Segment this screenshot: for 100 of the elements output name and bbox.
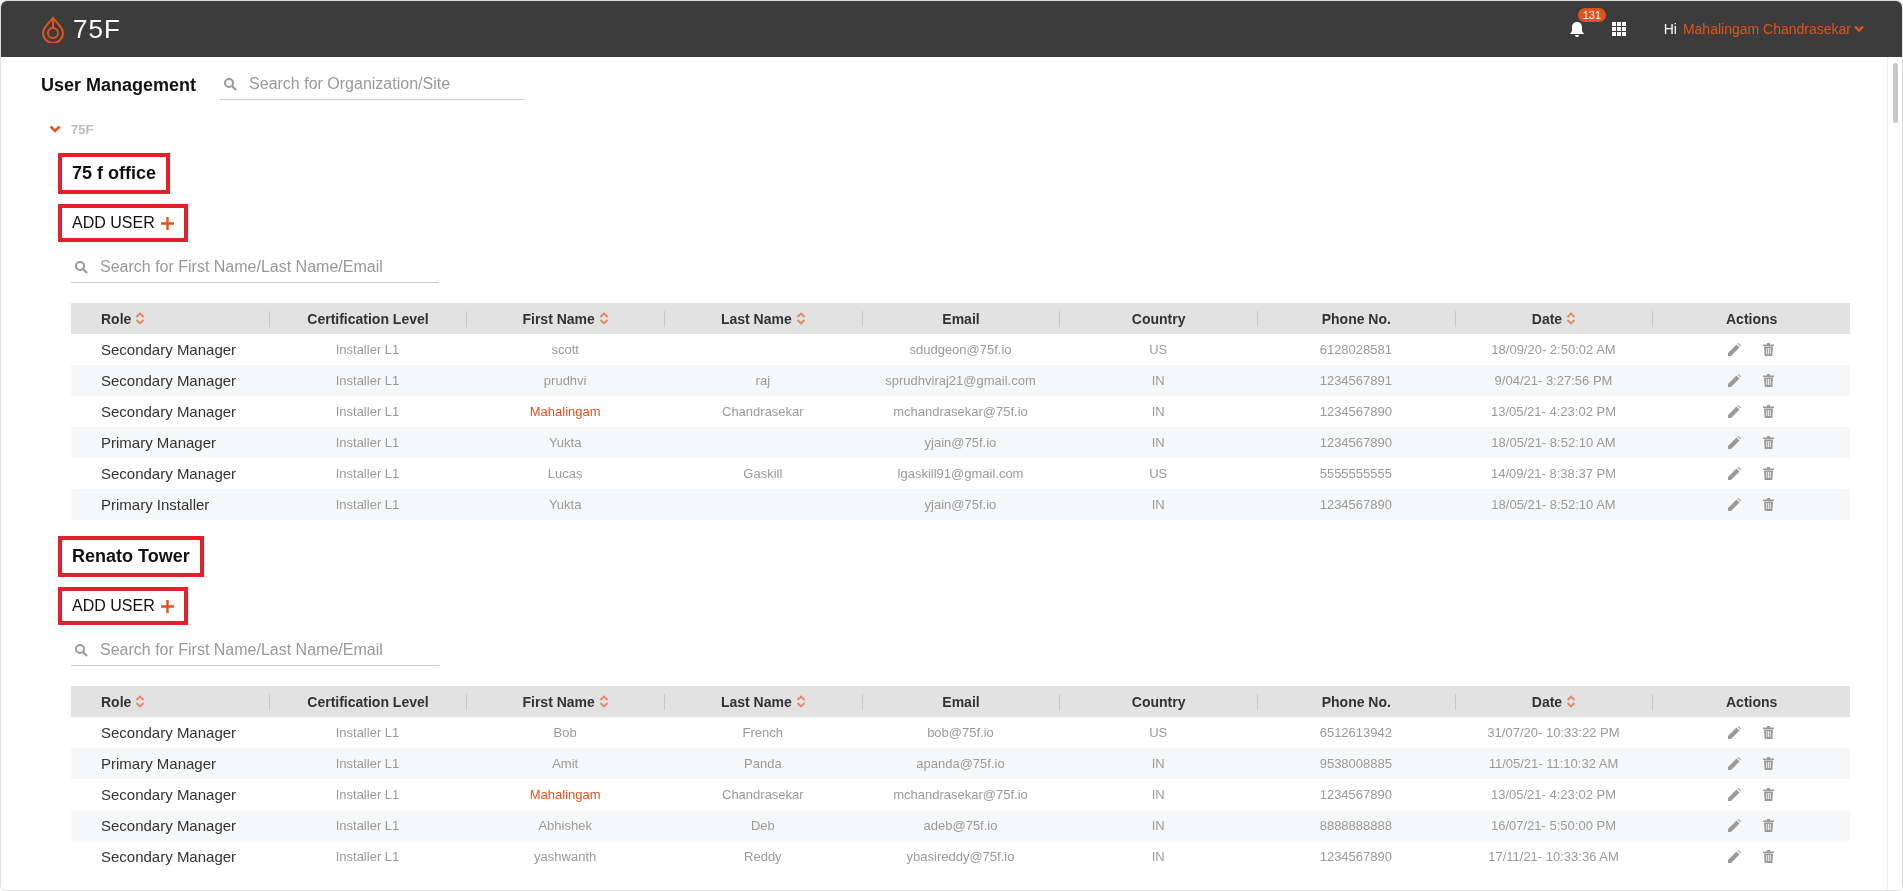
table-cell-text: Installer L1 bbox=[334, 497, 401, 512]
table-cell-text: Secondary Manager bbox=[100, 817, 238, 834]
table-cell-text: Primary Installer bbox=[100, 496, 211, 513]
delete-trash-icon[interactable] bbox=[1763, 819, 1775, 832]
column-header: Actions bbox=[1652, 693, 1850, 710]
table-cell-text: Chandrasekar bbox=[721, 787, 805, 802]
edit-pencil-icon[interactable] bbox=[1728, 436, 1742, 449]
table-cell-text: French bbox=[741, 725, 785, 740]
table-cell-text: Installer L1 bbox=[334, 342, 401, 357]
table-cell-text: Bob bbox=[552, 725, 578, 740]
table-cell-text: Secondary Manager bbox=[100, 341, 238, 358]
table-cell-text: Secondary Manager bbox=[100, 724, 238, 741]
table-cell-text: 31/07/20- 10:33:22 PM bbox=[1486, 725, 1621, 740]
logo-icon bbox=[39, 15, 67, 43]
edit-pencil-icon[interactable] bbox=[1728, 343, 1742, 356]
delete-trash-icon[interactable] bbox=[1763, 405, 1775, 418]
table-cell-text: Secondary Manager bbox=[100, 403, 238, 420]
delete-trash-icon[interactable] bbox=[1763, 374, 1775, 387]
delete-trash-icon[interactable] bbox=[1763, 726, 1775, 739]
apps-grid-icon[interactable] bbox=[1611, 22, 1626, 36]
table-cell-text: 1234567890 bbox=[1318, 404, 1393, 419]
logo-text: 75F bbox=[73, 13, 121, 45]
edit-pencil-icon[interactable] bbox=[1728, 788, 1742, 801]
edit-pencil-icon[interactable] bbox=[1728, 498, 1742, 511]
delete-trash-icon[interactable] bbox=[1763, 757, 1775, 770]
user-search-field[interactable]: Search for First Name/Last Name/Email bbox=[100, 258, 420, 276]
table-cell-text: 1234567890 bbox=[1318, 435, 1393, 450]
table-cell-text: Installer L1 bbox=[334, 404, 401, 419]
edit-pencil-icon[interactable] bbox=[1728, 726, 1742, 739]
edit-pencil-icon[interactable] bbox=[1728, 405, 1742, 418]
table-cell-text: 13/05/21- 4:23:02 PM bbox=[1489, 404, 1617, 419]
table-cell-text: yjain@75f.io bbox=[923, 435, 998, 450]
table-cell-text: prudhvi bbox=[542, 373, 588, 388]
sortable-column-header[interactable]: Last Name bbox=[664, 310, 862, 327]
table-cell-text: 1234567890 bbox=[1318, 787, 1393, 802]
add-user-button[interactable]: ADD USER bbox=[58, 587, 188, 625]
column-header: Phone No. bbox=[1257, 310, 1455, 327]
column-header: Certification Level bbox=[268, 693, 467, 710]
table-cell-text: 5555555555 bbox=[1318, 466, 1393, 481]
table-cell-text: IN bbox=[1150, 435, 1166, 450]
table-cell-text: IN bbox=[1150, 787, 1166, 802]
sortable-column-header[interactable]: Date bbox=[1454, 693, 1653, 710]
table-cell-text: bob@75f.io bbox=[926, 725, 995, 740]
sortable-column-header[interactable]: Date bbox=[1454, 310, 1653, 327]
table-cell-text: Primary Manager bbox=[100, 755, 218, 772]
table-cell-text: US bbox=[1148, 342, 1169, 357]
delete-trash-icon[interactable] bbox=[1763, 788, 1775, 801]
delete-trash-icon[interactable] bbox=[1763, 467, 1775, 480]
edit-pencil-icon[interactable] bbox=[1728, 374, 1742, 387]
table-cell-text: Mahalingam bbox=[528, 404, 602, 419]
sortable-column-header[interactable]: First Name bbox=[466, 310, 664, 327]
table-cell-text: Installer L1 bbox=[334, 756, 401, 771]
edit-pencil-icon[interactable] bbox=[1728, 819, 1742, 832]
expand-toggle[interactable] bbox=[49, 125, 61, 134]
edit-pencil-icon[interactable] bbox=[1728, 757, 1742, 770]
table-cell-text: yashwanth bbox=[533, 849, 598, 864]
edit-pencil-icon[interactable] bbox=[1728, 467, 1742, 480]
search-icon bbox=[224, 77, 238, 91]
sortable-column-header[interactable]: Role bbox=[71, 310, 269, 327]
table-cell-text: Installer L1 bbox=[334, 725, 401, 740]
delete-trash-icon[interactable] bbox=[1763, 343, 1775, 356]
table-cell-text: Secondary Manager bbox=[100, 465, 238, 482]
table-cell-text: IN bbox=[1150, 404, 1166, 419]
table-cell-text: Reddy bbox=[743, 849, 783, 864]
table-cell-text: IN bbox=[1150, 849, 1166, 864]
add-user-button[interactable]: ADD USER bbox=[58, 204, 188, 242]
table-cell-text: Panda bbox=[743, 756, 783, 771]
user-search-field[interactable]: Search for First Name/Last Name/Email bbox=[100, 641, 420, 659]
table-cell-text: Gaskill bbox=[742, 466, 784, 481]
delete-trash-icon[interactable] bbox=[1763, 498, 1775, 511]
table-cell-text: 6128028581 bbox=[1318, 342, 1393, 357]
table-cell-text: Deb bbox=[749, 818, 776, 833]
delete-trash-icon[interactable] bbox=[1763, 436, 1775, 449]
scrollbar[interactable] bbox=[1887, 57, 1902, 890]
edit-pencil-icon[interactable] bbox=[1728, 850, 1742, 863]
scrollbar-thumb[interactable] bbox=[1893, 63, 1898, 123]
table-cell-text: 1234567890 bbox=[1318, 497, 1393, 512]
table-cell-text: Yukta bbox=[547, 497, 583, 512]
sortable-column-header[interactable]: Last Name bbox=[664, 693, 862, 710]
table-cell-text: IN bbox=[1150, 373, 1166, 388]
column-header: Email bbox=[861, 693, 1060, 710]
table-cell-text: 8888888888 bbox=[1318, 818, 1393, 833]
column-header: Phone No. bbox=[1257, 693, 1455, 710]
page-title: User Management bbox=[41, 75, 197, 96]
table-cell-text: Secondary Manager bbox=[100, 848, 238, 865]
sortable-column-header[interactable]: First Name bbox=[466, 693, 664, 710]
org-search-field[interactable]: Search for Organization/Site bbox=[249, 75, 510, 93]
plus-icon bbox=[160, 599, 174, 613]
greeting-text: Hi bbox=[1663, 21, 1677, 37]
table-cell-text: Installer L1 bbox=[334, 435, 401, 450]
column-header: Email bbox=[861, 310, 1060, 327]
notifications-button[interactable] bbox=[1569, 20, 1586, 38]
delete-trash-icon[interactable] bbox=[1763, 850, 1775, 863]
table-cell-text: mchandrasekar@75f.io bbox=[892, 787, 1029, 802]
table-cell-text: adeb@75f.io bbox=[922, 818, 999, 833]
table-cell-text: sprudhviraj21@gmail.com bbox=[884, 373, 1037, 388]
table-cell-text: 17/11/21- 10:33:36 AM bbox=[1487, 849, 1620, 864]
table-cell-text: IN bbox=[1150, 818, 1166, 833]
sortable-column-header[interactable]: Role bbox=[71, 693, 269, 710]
table-cell-text: Installer L1 bbox=[334, 466, 401, 481]
